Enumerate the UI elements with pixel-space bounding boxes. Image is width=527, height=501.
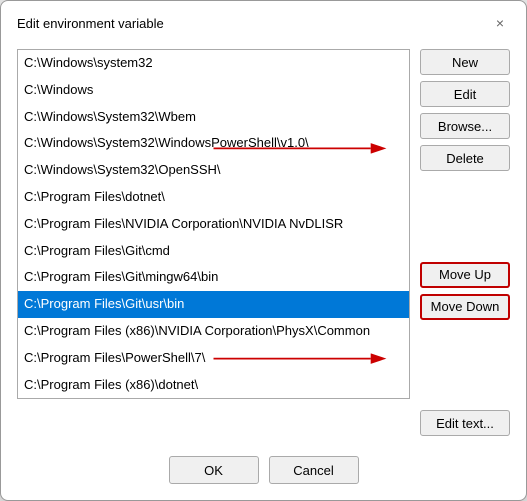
close-button[interactable]: × [490,13,510,33]
cancel-button[interactable]: Cancel [269,456,359,484]
edit-text-button[interactable]: Edit text... [420,410,510,436]
move-up-button[interactable]: Move Up [420,262,510,288]
buttons-panel: New Edit Browse... Delete Move Up Move D… [420,49,510,436]
dialog-footer: OK Cancel [1,448,526,500]
list-wrapper: C:\Windows\system32C:\WindowsC:\Windows\… [17,49,410,436]
list-item[interactable]: C:\Program Files\Git\usr\bin [18,291,409,318]
list-item[interactable]: C:\Program Files\Git\cmd [18,238,409,265]
list-item[interactable]: C:\Program Files\dotnet\ [18,184,409,211]
env-var-list[interactable]: C:\Windows\system32C:\WindowsC:\Windows\… [17,49,410,399]
list-item[interactable]: C:\Windows\System32\OpenSSH\ [18,157,409,184]
list-item[interactable]: C:\Program Files\PowerShell\7\ [18,345,409,372]
edit-button[interactable]: Edit [420,81,510,107]
title-bar: Edit environment variable × [1,1,526,41]
new-button[interactable]: New [420,49,510,75]
list-item[interactable]: C:\Program Files (x86)\dotnet\ [18,372,409,399]
list-item[interactable]: C:\Windows\System32\Wbem [18,104,409,131]
spacer [420,177,510,256]
list-item[interactable]: C:\Program Files (x86)\NVIDIA Corporatio… [18,318,409,345]
spacer2 [420,326,510,405]
edit-env-var-dialog: Edit environment variable × C:\Windows\s… [0,0,527,501]
browse-button[interactable]: Browse... [420,113,510,139]
dialog-title: Edit environment variable [17,16,164,31]
dialog-body: C:\Windows\system32C:\WindowsC:\Windows\… [1,41,526,448]
ok-button[interactable]: OK [169,456,259,484]
list-item[interactable]: C:\Windows\system32 [18,50,409,77]
list-item[interactable]: C:\Windows\System32\WindowsPowerShell\v1… [18,130,409,157]
list-item[interactable]: C:\Program Files\Git\mingw64\bin [18,264,409,291]
list-item[interactable]: C:\Windows [18,77,409,104]
move-down-button[interactable]: Move Down [420,294,510,320]
delete-button[interactable]: Delete [420,145,510,171]
list-item[interactable]: C:\Program Files\NVIDIA Corporation\NVID… [18,211,409,238]
